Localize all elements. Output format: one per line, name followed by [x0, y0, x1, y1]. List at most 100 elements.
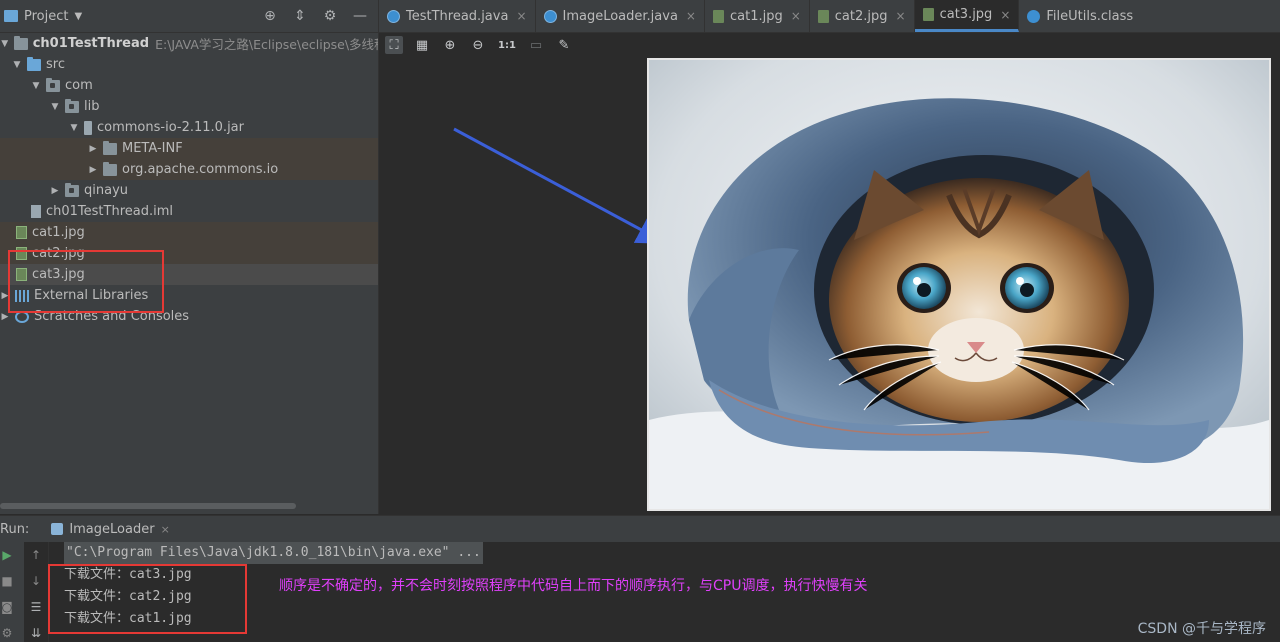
tree-item-scratches[interactable]: ▶ Scratches and Consoles [0, 306, 378, 327]
run-config-icon [51, 523, 64, 535]
close-icon[interactable]: × [161, 523, 170, 536]
tree-item-label: ch01TestThread [32, 36, 150, 51]
run-side-toolbar-2: ↑ ↓ ☰ ⇊ [24, 542, 49, 642]
tab-label: TestThread.java [406, 8, 509, 24]
grid-icon[interactable]: ▦ [413, 36, 431, 54]
tree-item-qinayu[interactable]: ▶ qinayu [0, 180, 378, 201]
close-icon[interactable]: × [686, 9, 696, 23]
close-icon[interactable]: × [1000, 8, 1010, 22]
project-header: Project ▼ ⊕ ⇕ ⚙ — [0, 0, 378, 33]
tree-item-jar[interactable]: ▼ commons-io-2.11.0.jar [0, 117, 378, 138]
zoom-in-icon[interactable]: ⊕ [441, 36, 459, 54]
close-icon[interactable]: × [791, 9, 801, 23]
project-title[interactable]: Project [24, 9, 68, 24]
tree-item-cat1[interactable]: cat1.jpg [0, 222, 378, 243]
image-file-icon [16, 226, 27, 239]
tree-item-external-libraries[interactable]: ▶ External Libraries [0, 285, 378, 306]
tree-item-com[interactable]: ▼ com [0, 75, 378, 96]
close-icon[interactable]: × [516, 9, 526, 23]
tree-item-label: cat1.jpg [32, 225, 85, 240]
scratches-icon [15, 310, 29, 323]
editor-tabs: TestThread.java × ImageLoader.java × cat… [379, 0, 1280, 33]
tab-cat3-jpg[interactable]: cat3.jpg × [914, 0, 1020, 32]
image-file-icon [817, 9, 829, 23]
tab-cat2-jpg[interactable]: cat2.jpg × [810, 0, 915, 32]
rerun-icon[interactable]: ▶ [0, 548, 14, 562]
tree-item-lib[interactable]: ▼ lib [0, 96, 378, 117]
tree-item-org-apache[interactable]: ▶ org.apache.commons.io [0, 159, 378, 180]
tree-item-cat3[interactable]: cat3.jpg [0, 264, 378, 285]
tab-cat1-jpg[interactable]: cat1.jpg × [705, 0, 810, 32]
tree-item-label: cat2.jpg [32, 246, 85, 261]
package-icon [65, 182, 79, 197]
tab-label: cat3.jpg [939, 7, 993, 22]
tree-item-iml[interactable]: ch01TestThread.iml [0, 201, 378, 222]
java-class-icon [387, 9, 400, 23]
tab-imageloader-java[interactable]: ImageLoader.java × [536, 0, 705, 32]
tree-item-label: Scratches and Consoles [34, 309, 190, 324]
kitten-in-jeans-image [649, 60, 1269, 509]
settings-icon[interactable]: ⚙ [0, 626, 14, 640]
image-file-icon [16, 268, 27, 281]
chevron-right-icon[interactable]: ▶ [0, 291, 10, 301]
project-view-icon [4, 10, 18, 22]
chevron-right-icon[interactable]: ▶ [88, 144, 98, 154]
horizontal-scrollbar[interactable] [0, 503, 296, 509]
image-file-icon [712, 9, 724, 23]
fit-zoom-icon[interactable]: ⛶ [385, 36, 403, 54]
scroll-end-icon[interactable]: ⇊ [29, 626, 43, 640]
camera-icon[interactable]: ◙ [0, 600, 14, 614]
tree-item-label: src [46, 57, 65, 72]
stop-icon[interactable]: ■ [0, 574, 14, 588]
background-icon[interactable]: ▭ [527, 36, 545, 54]
run-tab-label: ImageLoader [69, 521, 155, 537]
locate-icon[interactable]: ⊕ [262, 8, 278, 24]
chevron-right-icon[interactable]: ▶ [50, 186, 60, 196]
hide-icon[interactable]: — [352, 8, 368, 24]
folder-icon [103, 140, 117, 155]
tree-item-label: ch01TestThread.iml [46, 204, 174, 219]
chevron-down-icon[interactable]: ▼ [12, 60, 22, 70]
tree-item-src[interactable]: ▼ src [0, 54, 378, 75]
collapse-all-icon[interactable]: ⇕ [292, 8, 308, 24]
source-folder-icon [27, 56, 41, 71]
tab-fileutils-class[interactable]: FileUtils.class [1019, 0, 1141, 32]
tree-item-cat2[interactable]: cat2.jpg [0, 243, 378, 264]
project-panel: Project ▼ ⊕ ⇕ ⚙ — ▼ ch01TestThread E:\JA… [0, 0, 379, 514]
chevron-down-icon[interactable]: ▼ [0, 39, 9, 49]
image-toolbar: ⛶ ▦ ⊕ ⊖ 1:1 ▭ ✎ [379, 33, 573, 57]
tab-label: cat2.jpg [834, 8, 888, 24]
tree-item-label: com [65, 78, 93, 93]
tree-item-project-root[interactable]: ▼ ch01TestThread E:\JAVA学习之路\Eclipse\ecl… [0, 33, 378, 54]
image-file-icon [922, 8, 934, 21]
tree-item-label: org.apache.commons.io [122, 162, 279, 177]
iml-file-icon [31, 205, 41, 218]
down-arrow-icon[interactable]: ↓ [29, 574, 43, 588]
tree-item-label: lib [84, 99, 100, 114]
chevron-down-icon[interactable]: ▼ [31, 81, 41, 91]
chevron-down-icon[interactable]: ▼ [74, 11, 82, 22]
actual-size-button[interactable]: 1:1 [497, 36, 517, 54]
close-icon[interactable]: × [896, 9, 906, 23]
run-side-toolbar: ▶ ■ ◙ ⚙ [0, 542, 24, 642]
module-folder-icon [14, 35, 28, 50]
chevron-down-icon[interactable]: ▼ [50, 102, 60, 112]
libraries-icon [15, 289, 29, 302]
gear-icon[interactable]: ⚙ [322, 8, 338, 24]
package-icon [65, 98, 79, 113]
run-tab-imageloader[interactable]: ImageLoader × [51, 521, 170, 537]
tab-testthread-java[interactable]: TestThread.java × [379, 0, 536, 32]
console-command-line: "C:\Program Files\Java\jdk1.8.0_181\bin\… [64, 542, 483, 564]
up-arrow-icon[interactable]: ↑ [29, 548, 43, 562]
soft-wrap-icon[interactable]: ☰ [29, 600, 43, 614]
chevron-down-icon[interactable]: ▼ [69, 123, 79, 133]
watermark: CSDN @千与学程序 [1137, 621, 1266, 637]
chevron-right-icon[interactable]: ▶ [88, 165, 98, 175]
folder-icon [103, 161, 117, 176]
chevron-right-icon[interactable]: ▶ [0, 312, 10, 322]
image-preview [647, 58, 1271, 511]
color-picker-icon[interactable]: ✎ [555, 36, 573, 54]
tree-item-meta-inf[interactable]: ▶ META-INF [0, 138, 378, 159]
zoom-out-icon[interactable]: ⊖ [469, 36, 487, 54]
highlight-box-console-output [48, 564, 247, 634]
